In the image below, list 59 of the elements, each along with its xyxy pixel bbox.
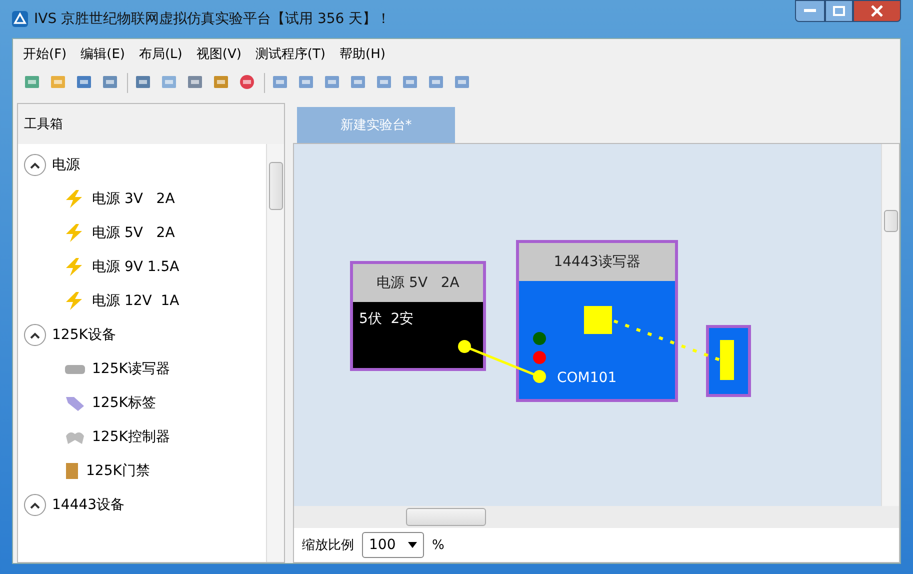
toolbox-item[interactable]: 电源 3V 2A [24, 182, 266, 216]
tag-icon [64, 394, 86, 412]
toolbar-icon [160, 73, 178, 91]
toolbar-icon [271, 73, 289, 91]
toolbar-icon [186, 73, 204, 91]
toolbar-icon [323, 73, 341, 91]
menu-item[interactable]: 测试程序(T) [255, 45, 326, 63]
node-text: 5伏 2安 [359, 310, 414, 328]
tree-group[interactable]: 电源 [24, 148, 266, 182]
toolbox-item[interactable]: 125K门禁 [24, 454, 266, 488]
toolbar-icon [49, 73, 67, 91]
app-logo-icon [12, 11, 28, 27]
collapse-icon [24, 494, 46, 516]
tree-group[interactable]: 14443设备 [24, 488, 266, 522]
device-icon [64, 362, 86, 376]
port-label: COM101 [557, 370, 617, 386]
menu-item[interactable]: 帮助(H) [340, 45, 386, 63]
toolbox-item[interactable]: 电源 12V 1A [24, 284, 266, 318]
unit-label: % [432, 538, 444, 552]
toolbar-icon [401, 73, 419, 91]
toolbar-icon [23, 73, 41, 91]
close-icon [871, 5, 883, 17]
collapse-icon [24, 154, 46, 176]
menu-item[interactable]: 视图(V) [196, 45, 242, 63]
toolbar-icon [349, 73, 367, 91]
menu-item[interactable]: 开始(F) [23, 45, 67, 63]
window-title: IVS 京胜世纪物联网虚拟仿真实验平台【试用 356 天】！ [34, 10, 391, 28]
close-button[interactable] [853, 0, 901, 22]
toolbox-item[interactable]: 125K读写器 [24, 352, 266, 386]
toolbar-icon [134, 73, 152, 91]
port-dot [458, 340, 471, 353]
toolbox-item[interactable]: 125K控制器 [24, 420, 266, 454]
menu-item[interactable]: 布局(L) [138, 45, 182, 63]
toolbar-icon [75, 73, 93, 91]
toolbar-icon [212, 73, 230, 91]
node-title: 电源 5V 2A [353, 264, 483, 302]
toolbar-icon [453, 73, 471, 91]
toolbar-icon [427, 73, 445, 91]
node-title: 14443读写器 [519, 243, 675, 281]
door-icon [64, 462, 80, 480]
zoom-select[interactable]: 100 [362, 532, 424, 558]
toolbar-icon [375, 73, 393, 91]
minimize-icon [804, 9, 816, 13]
collapse-icon [24, 324, 46, 346]
toolbar-icon [297, 73, 315, 91]
minimize-button[interactable] [795, 0, 825, 22]
panel-title: 工具箱 [23, 116, 64, 134]
toolbox-item[interactable]: 电源 9V 1.5A [24, 250, 266, 284]
caret-icon [408, 542, 417, 548]
toolbar-icon [101, 73, 119, 91]
zoom-label: 缩放比例 [302, 537, 354, 554]
tag-node [706, 325, 751, 397]
toolbox-item[interactable]: 电源 5V 2A [24, 216, 266, 250]
menu-item[interactable]: 编辑(E) [80, 45, 125, 63]
tree-group[interactable]: 125K设备 [24, 318, 266, 352]
toolbox-item[interactable]: 125K标签 [24, 386, 266, 420]
maximize-icon [833, 6, 845, 16]
toolbar-icon [238, 73, 256, 91]
maximize-button[interactable] [825, 0, 853, 22]
